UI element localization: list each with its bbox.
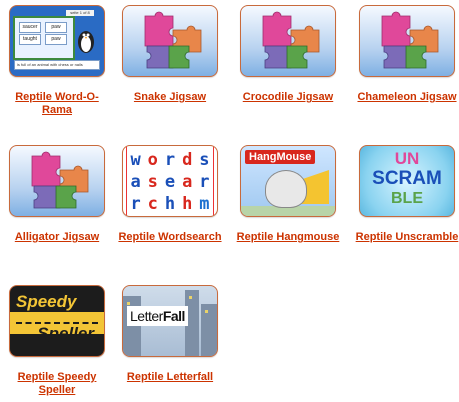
word-cell: paw: [45, 34, 67, 45]
grid-letter: s: [147, 172, 158, 192]
game-tile-snake-jigsaw[interactable]: Snake Jigsaw: [114, 5, 226, 104]
grid-letter: e: [164, 172, 176, 192]
grid-letter: a: [182, 172, 193, 192]
grid-letter: r: [130, 194, 141, 214]
game-link-speedy-speller[interactable]: Reptile Speedy Speller: [1, 371, 113, 397]
word-board: saucer paw taught paw: [13, 16, 75, 60]
game-tile-word-o-rama[interactable]: seite 1 of 8 saucer paw taught paw is fu…: [1, 5, 113, 117]
letterfall-title: LetterFall: [127, 306, 188, 326]
letterfall-part2: Fall: [162, 308, 186, 324]
hangmouse-thumbnail[interactable]: HangMouse: [240, 145, 336, 217]
speedy-speller-thumbnail[interactable]: Speedy Speller: [9, 285, 105, 357]
jigsaw-puzzle-icon: [144, 11, 202, 69]
grid-letter: r: [199, 172, 210, 192]
alligator-jigsaw-thumbnail[interactable]: [9, 145, 105, 217]
game-tile-chameleon-jigsaw[interactable]: Chameleon Jigsaw: [351, 5, 459, 104]
unscramble-thumbnail[interactable]: UN SCRAM BLE: [359, 145, 455, 217]
word-o-rama-thumbnail[interactable]: seite 1 of 8 saucer paw taught paw is fu…: [9, 5, 105, 77]
game-link-wordsearch[interactable]: Reptile Wordsearch: [114, 231, 226, 244]
word-cell: paw: [45, 22, 67, 33]
game-tile-alligator-jigsaw[interactable]: Alligator Jigsaw: [1, 145, 113, 244]
grid-letter: w: [130, 150, 141, 170]
grid-letter: h: [164, 194, 176, 214]
game-tile-letterfall[interactable]: LetterFall Reptile Letterfall: [114, 285, 226, 384]
game-link-alligator-jigsaw[interactable]: Alligator Jigsaw: [1, 231, 113, 244]
window: [127, 302, 130, 305]
unscramble-line-1: UN: [394, 149, 420, 168]
speller-text: Speller: [37, 324, 94, 343]
unscramble-line-2: SCRAM: [372, 168, 442, 189]
game-link-unscramble[interactable]: Reptile Unscramble: [351, 231, 459, 244]
grid-letter: c: [147, 194, 158, 214]
jigsaw-puzzle-icon: [31, 151, 89, 209]
word-cell: saucer: [19, 22, 41, 33]
speedy-text: Speedy: [16, 292, 77, 311]
game-link-snake-jigsaw[interactable]: Snake Jigsaw: [114, 91, 226, 104]
wordsearch-grid: w o r d s a s e a r r c h h m: [127, 149, 213, 214]
snake-jigsaw-thumbnail[interactable]: [122, 5, 218, 77]
grid-letter: m: [199, 194, 210, 214]
crocodile-jigsaw-thumbnail[interactable]: [240, 5, 336, 77]
game-link-letterfall[interactable]: Reptile Letterfall: [114, 371, 226, 384]
building: [123, 296, 141, 356]
game-tile-unscramble[interactable]: UN SCRAM BLE Reptile Unscramble: [351, 145, 459, 244]
letterfall-part1: Letter: [130, 308, 163, 324]
game-tile-speedy-speller[interactable]: Speedy Speller Reptile Speedy Speller: [1, 285, 113, 397]
unscramble-line-3: BLE: [391, 190, 423, 207]
jigsaw-puzzle-icon: [381, 11, 439, 69]
game-tile-wordsearch[interactable]: w o r d s a s e a r r c h h m Reptile Wo…: [114, 145, 226, 244]
building: [201, 304, 217, 356]
grid-letter: h: [182, 194, 193, 214]
hint-bar: is full of an animal with chess or nails: [14, 60, 100, 70]
word-cell: taught: [19, 34, 41, 45]
wordsearch-thumbnail[interactable]: w o r d s a s e a r r c h h m: [122, 145, 218, 217]
hangmouse-title: HangMouse: [245, 150, 316, 164]
margin-line: [213, 146, 214, 216]
window: [189, 296, 192, 299]
game-tile-hangmouse[interactable]: HangMouse Reptile Hangmouse: [232, 145, 344, 244]
penguin-icon: [78, 31, 94, 53]
chameleon-jigsaw-thumbnail[interactable]: [359, 5, 455, 77]
game-link-word-o-rama[interactable]: Reptile Word-O-Rama: [1, 91, 113, 117]
game-link-hangmouse[interactable]: Reptile Hangmouse: [232, 231, 344, 244]
grid-letter: a: [130, 172, 141, 192]
jigsaw-puzzle-icon: [262, 11, 320, 69]
grid-letter: r: [164, 150, 176, 170]
grid-letter: s: [199, 150, 210, 170]
grid-letter: d: [182, 150, 193, 170]
window: [205, 310, 208, 313]
game-link-crocodile-jigsaw[interactable]: Crocodile Jigsaw: [232, 91, 344, 104]
game-tile-crocodile-jigsaw[interactable]: Crocodile Jigsaw: [232, 5, 344, 104]
game-link-chameleon-jigsaw[interactable]: Chameleon Jigsaw: [351, 91, 459, 104]
grid-letter: o: [147, 150, 158, 170]
mouse-icon: [265, 170, 307, 208]
letterfall-thumbnail[interactable]: LetterFall: [122, 285, 218, 357]
